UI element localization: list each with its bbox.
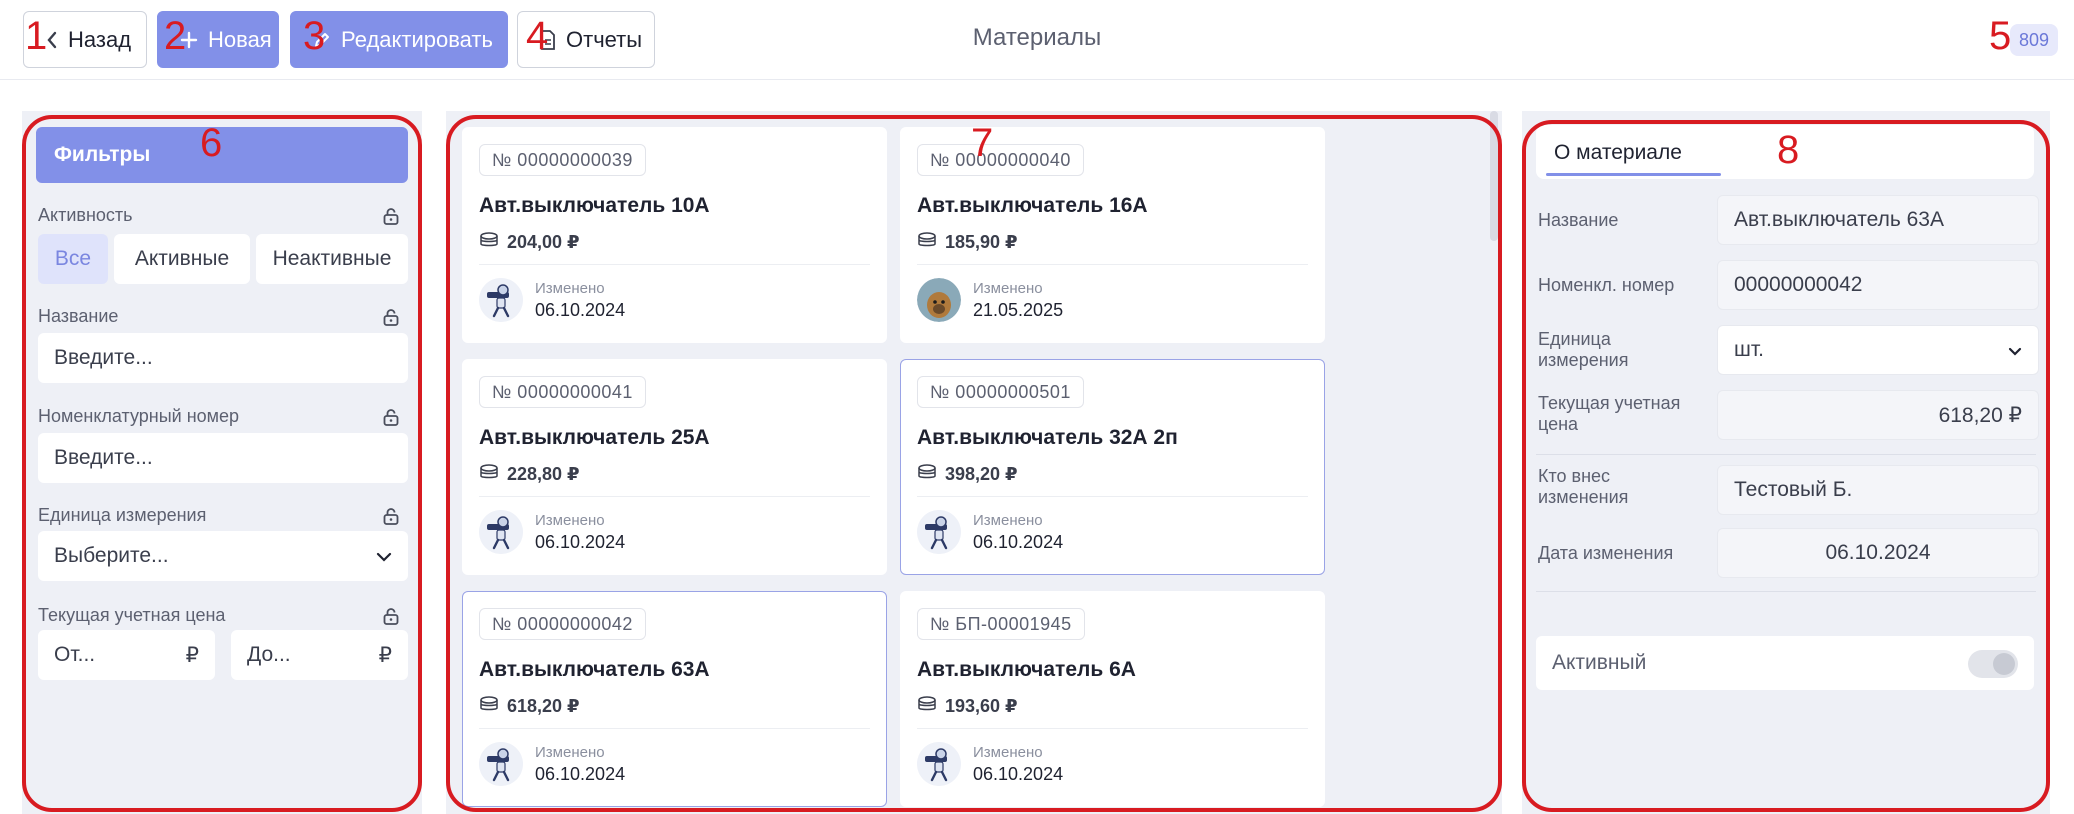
- count-badge: 809: [2010, 24, 2058, 56]
- annotation-number: 1: [25, 14, 48, 58]
- annotation-number: 2: [164, 14, 187, 58]
- annotation-number: 8: [1777, 128, 1800, 172]
- annotation-number: 4: [526, 14, 549, 58]
- annotation-box-filters: [22, 115, 422, 812]
- annotation-box-details: [1522, 120, 2050, 812]
- annotation-number: 6: [200, 121, 223, 165]
- annotation-number: 3: [303, 14, 326, 58]
- annotation-box-cards: [446, 115, 1502, 812]
- annotation-number: 7: [971, 121, 994, 165]
- annotation-number: 5: [1989, 14, 2012, 58]
